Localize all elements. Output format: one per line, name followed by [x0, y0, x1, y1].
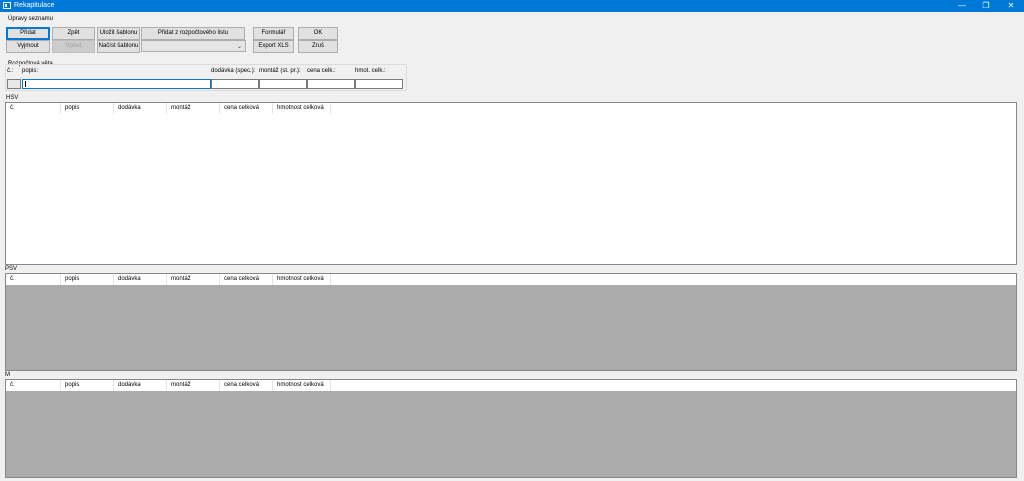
add-from-budget-button[interactable]: Přidat z rozpočtového listu: [141, 27, 245, 40]
assembly-label: montáž (st. pr.):: [259, 68, 301, 74]
column-header-supply[interactable]: dodávka: [114, 274, 167, 285]
desc-label: popis:: [22, 68, 39, 74]
m-table[interactable]: č. popis dodávka montáž cena celková hmo…: [5, 379, 1017, 478]
psv-table-body: [6, 285, 1016, 370]
title-bar: Rekapitulace — ❐ ✕: [0, 0, 1024, 12]
export-xls-button[interactable]: Export XLS: [253, 40, 294, 53]
assembly-field[interactable]: [259, 79, 307, 89]
cut-button[interactable]: Vyjmout: [6, 40, 50, 53]
app-icon: [3, 2, 11, 9]
column-header-weight[interactable]: hmotnost celková: [273, 274, 331, 285]
cancel-button[interactable]: Zruš: [298, 40, 338, 53]
m-table-body: [6, 391, 1016, 477]
column-header-no[interactable]: č.: [6, 274, 61, 285]
minimize-icon[interactable]: —: [949, 0, 975, 12]
no-field[interactable]: [7, 79, 21, 89]
weight-label: hmot. celk.:: [355, 68, 386, 74]
section-label-m: M: [5, 372, 10, 378]
section-label-hsv: HSV: [6, 95, 19, 101]
weight-field[interactable]: [355, 79, 403, 89]
hsv-table[interactable]: č. popis dodávka montáž cena celková hmo…: [5, 102, 1017, 265]
column-header-no[interactable]: č.: [6, 103, 61, 114]
column-header-desc[interactable]: popis: [61, 380, 114, 391]
column-header-weight[interactable]: hmotnost celková: [273, 103, 331, 114]
column-header-total-price[interactable]: cena celková: [220, 103, 273, 114]
ok-button[interactable]: OK: [298, 27, 338, 40]
total-price-field[interactable]: [307, 79, 355, 89]
column-header-assembly[interactable]: montáž: [167, 274, 220, 285]
chevron-down-icon: ⌄: [236, 44, 242, 50]
list-edit-group-title: Úpravy seznamu: [8, 16, 54, 22]
psv-header-filler: [331, 274, 1016, 285]
m-header-filler: [331, 380, 1016, 391]
m-table-header: č. popis dodávka montáž cena celková hmo…: [6, 380, 331, 391]
template-select[interactable]: ⌄: [141, 40, 246, 52]
hsv-table-header: č. popis dodávka montáž cena celková hmo…: [6, 103, 331, 114]
add-button[interactable]: Přidat: [6, 27, 50, 40]
column-header-desc[interactable]: popis: [61, 103, 114, 114]
text-caret: [25, 81, 26, 87]
supply-field[interactable]: [211, 79, 259, 89]
save-template-button[interactable]: Uložit šablonu: [97, 27, 140, 40]
column-header-total-price[interactable]: cena celková: [220, 380, 273, 391]
back-button[interactable]: Zpět: [52, 27, 95, 40]
total-price-label: cena celk.:: [307, 68, 336, 74]
column-header-total-price[interactable]: cena celková: [220, 274, 273, 285]
desc-field[interactable]: [22, 79, 211, 89]
column-header-desc[interactable]: popis: [61, 274, 114, 285]
column-header-assembly[interactable]: montáž: [167, 380, 220, 391]
load-template-button[interactable]: Načíst šablonu: [97, 40, 140, 53]
column-header-supply[interactable]: dodávka: [114, 103, 167, 114]
column-header-assembly[interactable]: montáž: [167, 103, 220, 114]
close-icon[interactable]: ✕: [998, 0, 1024, 12]
column-header-supply[interactable]: dodávka: [114, 380, 167, 391]
psv-table[interactable]: č. popis dodávka montáž cena celková hmo…: [5, 273, 1017, 371]
no-label: č.:: [7, 68, 14, 74]
hsv-table-body: [6, 114, 1016, 264]
window-title: Rekapitulace: [14, 2, 55, 9]
column-header-no[interactable]: č.: [6, 380, 61, 391]
restore-icon[interactable]: ❐: [973, 0, 999, 12]
column-header-weight[interactable]: hmotnost celková: [273, 380, 331, 391]
psv-table-header: č. popis dodávka montáž cena celková hmo…: [6, 274, 331, 285]
forward-button: Vpřed: [52, 40, 95, 53]
supply-label: dodávka (spec.):: [211, 68, 256, 74]
section-label-psv: PSV: [5, 266, 18, 272]
form-button[interactable]: Formulář: [253, 27, 294, 40]
